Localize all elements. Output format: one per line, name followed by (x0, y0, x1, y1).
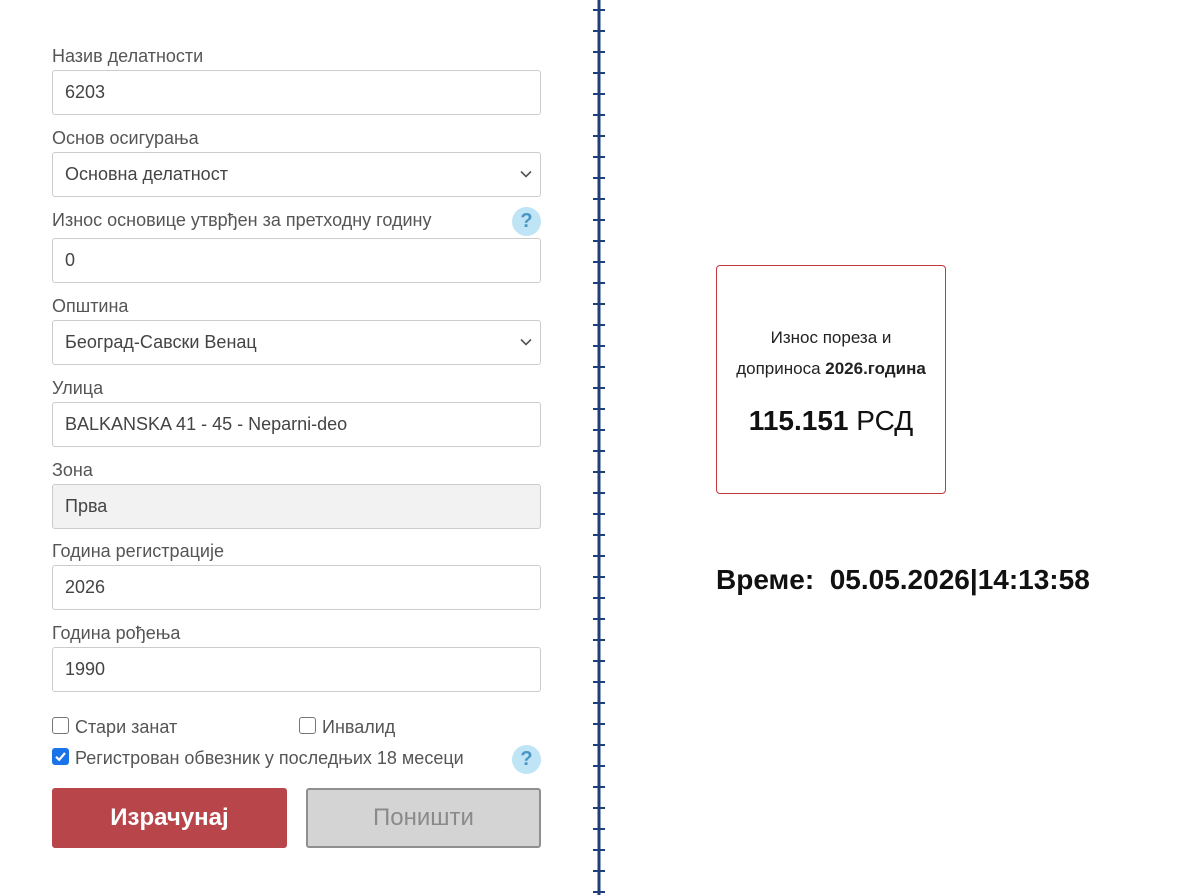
street-label: Улица (52, 378, 104, 398)
help-icon[interactable]: ? (512, 207, 541, 236)
registration-year-input[interactable] (52, 565, 541, 610)
result-label-line1: Износ пореза и (770, 328, 892, 347)
municipality-select[interactable]: Београд-Савски Венац (52, 320, 541, 365)
birth-year-label: Година рођења (52, 623, 181, 643)
result-amount: 115.151 РСД (717, 405, 945, 437)
birth-year-input[interactable] (52, 647, 541, 692)
result-box: Износ пореза и доприноса 2026.година 115… (716, 265, 946, 494)
base-amount-label: Износ основице утврђен за претходну годи… (52, 210, 432, 230)
insurance-basis-label: Основ осигурања (52, 128, 199, 148)
result-label-line2: доприноса 2026.година (717, 358, 945, 380)
help-icon[interactable]: ? (512, 745, 541, 774)
chevron-down-icon (520, 170, 532, 178)
result-year: 2026.година (825, 359, 926, 378)
old-craft-checkbox[interactable] (52, 717, 69, 734)
old-craft-label: Стари занат (75, 717, 178, 737)
time-clock: 14:13:58 (977, 564, 1090, 595)
result-label-prefix: доприноса (736, 359, 826, 378)
vertical-divider (593, 0, 605, 895)
activity-input[interactable] (52, 70, 541, 115)
disabled-label: Инвалид (322, 717, 396, 737)
reset-button[interactable]: Поништи (306, 788, 541, 848)
calculate-button[interactable]: Израчунај (52, 788, 287, 848)
insurance-basis-select[interactable]: Основна делатност (52, 152, 541, 197)
chevron-down-icon (520, 338, 532, 346)
municipality-label: Општина (52, 296, 129, 316)
base-amount-input[interactable] (52, 238, 541, 283)
time-label: Време: (716, 564, 815, 595)
zone-label: Зона (52, 460, 93, 480)
registered-18-label: Регистрован обвезник у последњих 18 месе… (75, 748, 464, 768)
disabled-checkbox[interactable] (299, 717, 316, 734)
checkmark-icon (55, 752, 66, 762)
activity-label: Назив делатности (52, 46, 204, 66)
insurance-basis-value: Основна делатност (65, 164, 228, 184)
zone-field (52, 484, 541, 529)
time-date: 05.05.2026 (829, 564, 970, 595)
street-input[interactable] (52, 402, 541, 447)
registration-year-label: Година регистрације (52, 541, 224, 561)
municipality-value: Београд-Савски Венац (65, 332, 257, 352)
result-currency: РСД (848, 405, 914, 436)
timestamp: Време: 05.05.2026|14:13:58 (716, 562, 1090, 598)
time-separator: | (969, 564, 978, 595)
registered-18-checkbox[interactable] (52, 748, 69, 765)
result-amount-value: 115.151 (748, 405, 849, 436)
